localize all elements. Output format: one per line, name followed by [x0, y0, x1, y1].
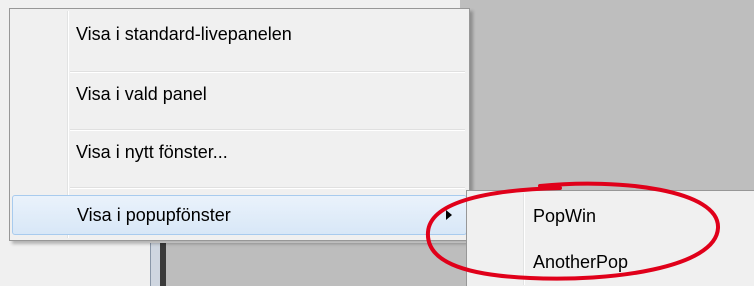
- menu-item-label: Visa i nytt fönster...: [76, 142, 228, 162]
- menu-item-label: Visa i vald panel: [76, 84, 207, 104]
- menu-item-show-in-popup-window[interactable]: Visa i popupfönster: [12, 195, 467, 235]
- chevron-right-icon: [446, 210, 452, 220]
- menu-item-label: Visa i standard-livepanelen: [76, 24, 292, 44]
- background-window-border: [160, 243, 166, 286]
- menu-item-show-in-default-livepanel[interactable]: Visa i standard-livepanelen: [12, 15, 467, 55]
- submenu-item-label: AnotherPop: [533, 252, 629, 272]
- background-panel: [460, 0, 754, 190]
- submenu-item-popwin[interactable]: PopWin: [469, 197, 753, 237]
- menu-separator: [70, 187, 465, 189]
- context-menu: Visa i standard-livepanelen Visa i vald …: [9, 8, 470, 241]
- submenu-item-label: PopWin: [533, 206, 597, 226]
- menu-item-label: Visa i popupfönster: [77, 205, 231, 225]
- menu-item-show-in-new-window[interactable]: Visa i nytt fönster...: [12, 133, 467, 173]
- menu-separator: [70, 71, 465, 73]
- submenu-item-anotherpop[interactable]: AnotherPop: [469, 243, 753, 283]
- popup-window-submenu: PopWin AnotherPop: [466, 190, 754, 286]
- menu-separator: [70, 129, 465, 131]
- menu-item-show-in-selected-panel[interactable]: Visa i vald panel: [12, 75, 467, 115]
